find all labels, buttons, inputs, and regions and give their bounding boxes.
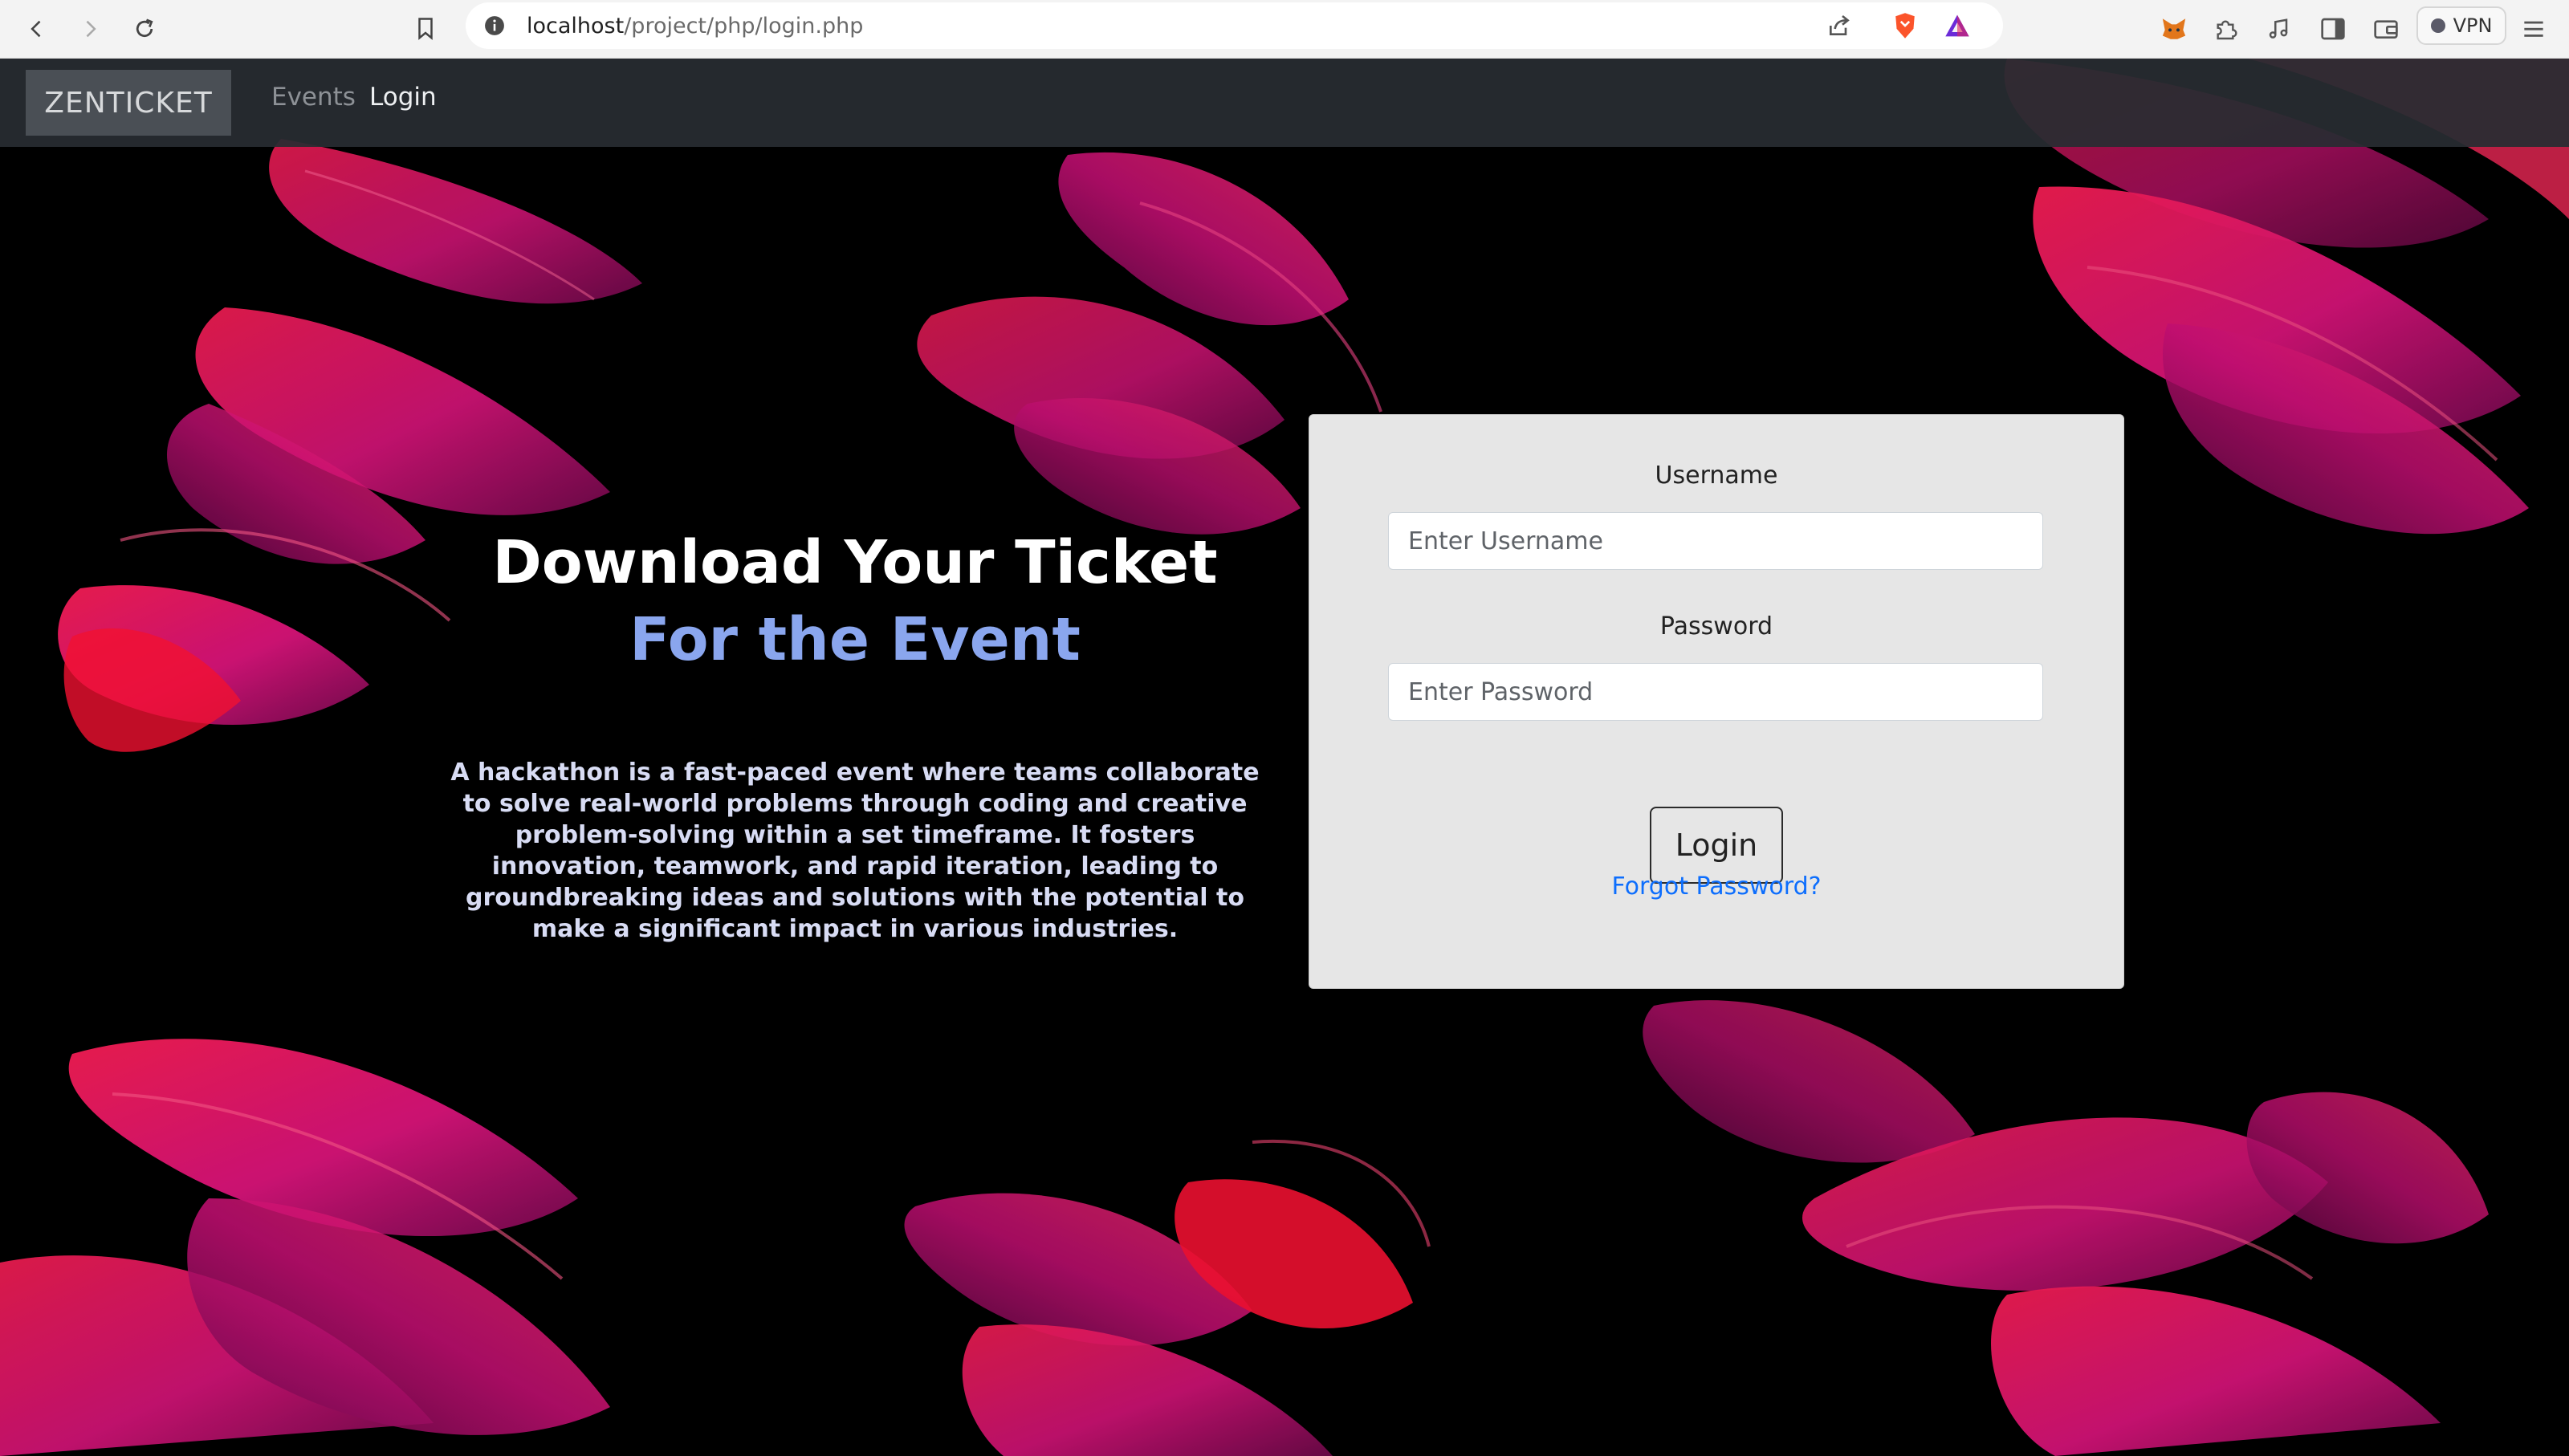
brave-shield-icon[interactable]	[1887, 7, 1924, 44]
ribbon-bottom-left	[0, 1039, 610, 1456]
hero-description: A hackathon is a fast-paced event where …	[450, 759, 1260, 943]
site-navbar: ZENTICKET Events Login	[0, 59, 2569, 147]
vpn-label: VPN	[2453, 14, 2493, 37]
forgot-password-link[interactable]: Forgot Password?	[1309, 872, 2123, 901]
vpn-button[interactable]: VPN	[2416, 6, 2506, 45]
brand-logo[interactable]: ZENTICKET	[26, 70, 231, 136]
media-icon[interactable]	[2258, 8, 2299, 50]
nav-link-events[interactable]: Events	[271, 83, 356, 112]
vpn-status-icon	[2430, 18, 2445, 33]
ribbon-background-image	[0, 59, 2569, 1456]
sidebar-icon[interactable]	[2312, 8, 2354, 50]
login-card: Username Password Login Forgot Password?	[1309, 414, 2124, 989]
menu-icon[interactable]	[2513, 8, 2555, 50]
extensions-icon[interactable]	[2205, 8, 2246, 50]
share-icon[interactable]	[1821, 7, 1858, 44]
ribbon-bottom-center	[904, 1139, 1431, 1456]
password-input[interactable]	[1388, 663, 2043, 721]
wallet-icon[interactable]	[2365, 8, 2407, 50]
reload-icon[interactable]	[122, 6, 167, 51]
url-path: /project/php/login.php	[624, 13, 864, 39]
url-host: localhost	[527, 13, 625, 39]
forward-icon[interactable]	[67, 6, 112, 51]
bookmark-icon[interactable]	[403, 6, 448, 51]
hero-subtitle: For the Event	[629, 605, 1081, 674]
username-input[interactable]	[1388, 512, 2043, 570]
password-label: Password	[1659, 612, 1773, 641]
address-bar[interactable]: localhost/project/php/login.php	[466, 2, 2003, 49]
username-label: Username	[1655, 462, 1778, 490]
ribbon-bottom-right	[1643, 1000, 2489, 1456]
page-body: ZENTICKET Events Login Download Your Tic…	[0, 59, 2569, 1456]
browser-toolbar: localhost/project/php/login.php VPN	[0, 0, 2569, 59]
metamask-icon[interactable]	[2153, 8, 2195, 50]
hero-heading: Download Your Ticket For the Event	[401, 524, 1309, 678]
site-info-icon[interactable]	[480, 11, 509, 40]
rewards-icon[interactable]	[1939, 7, 1976, 44]
back-icon[interactable]	[14, 6, 59, 51]
nav-link-login[interactable]: Login	[369, 83, 437, 112]
url-text[interactable]: localhost/project/php/login.php	[527, 14, 863, 39]
hero-title: Download Your Ticket	[492, 528, 1218, 597]
